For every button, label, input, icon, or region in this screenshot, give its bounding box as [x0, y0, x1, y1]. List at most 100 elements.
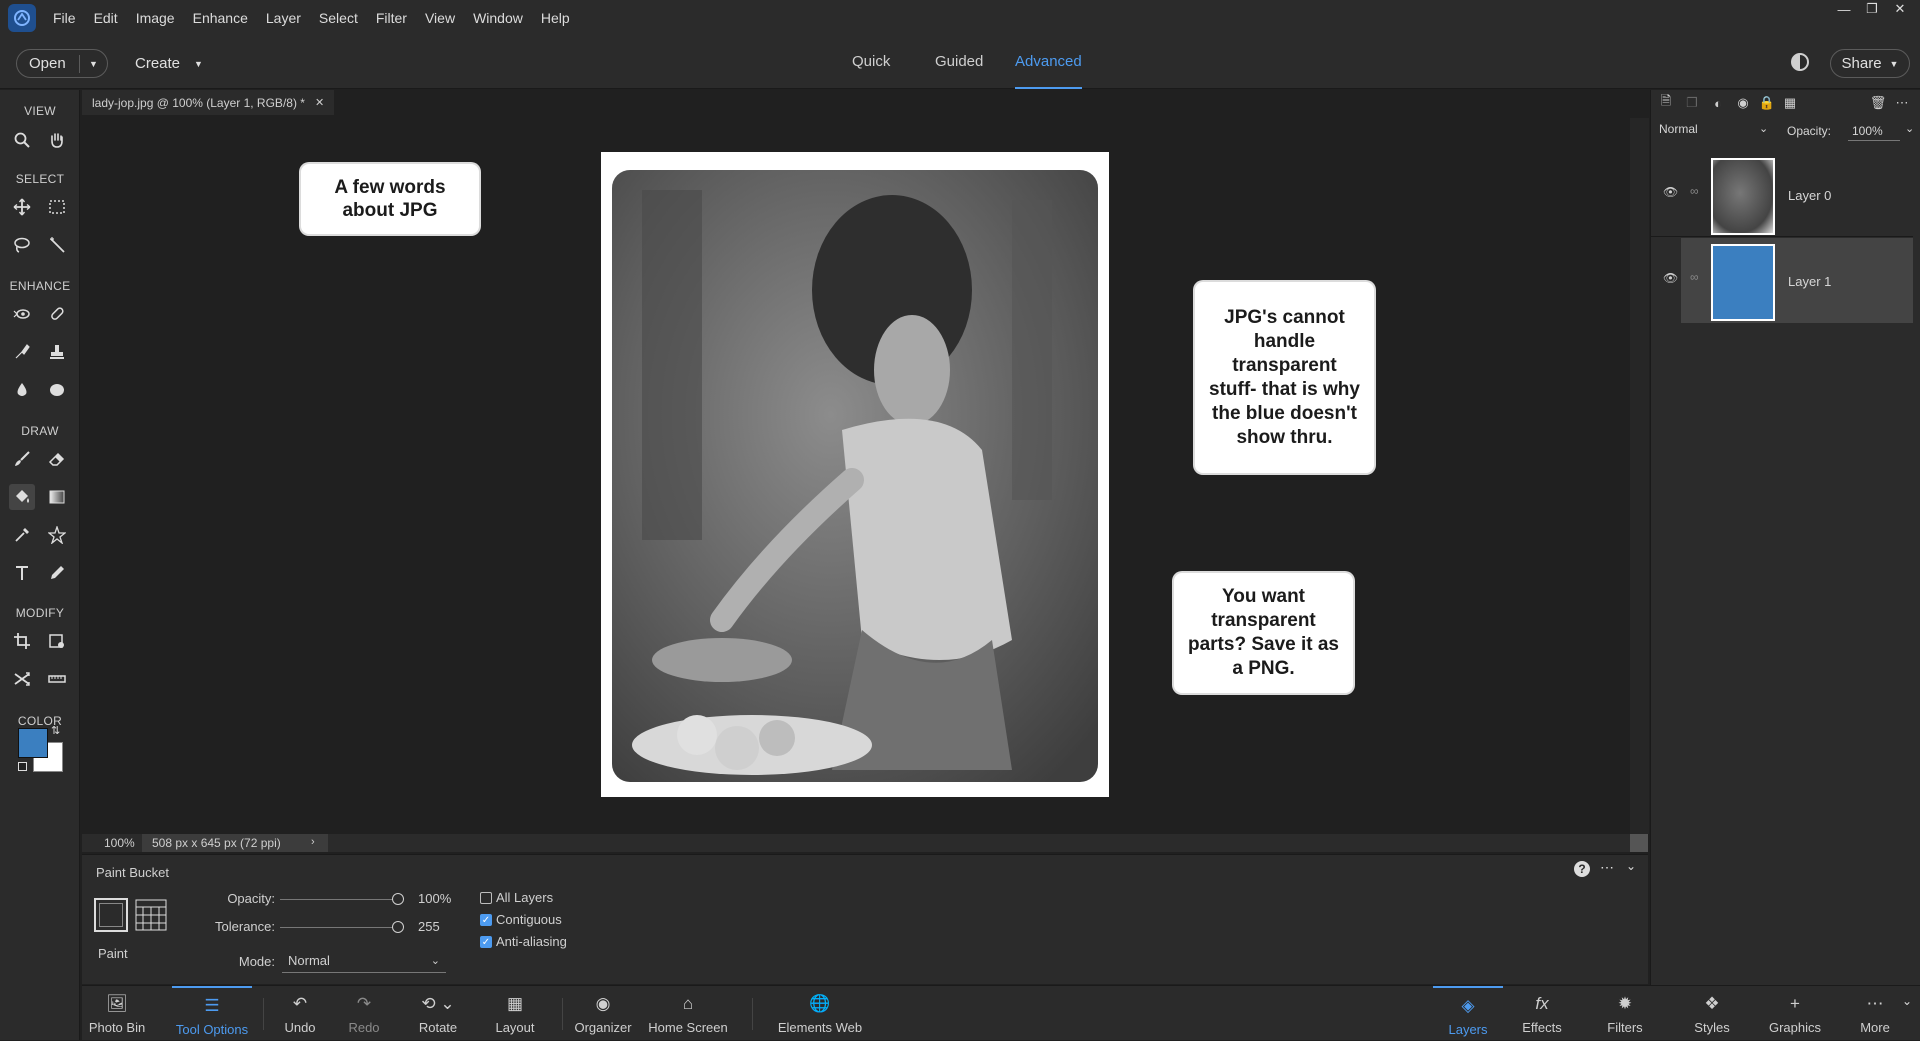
- more-button[interactable]: ⋯ More: [1850, 986, 1900, 1041]
- undo-button[interactable]: ↶ Undo: [280, 986, 320, 1041]
- opacity-value[interactable]: 100%: [418, 891, 451, 906]
- link-icon[interactable]: ∞: [1690, 184, 1699, 198]
- layout-button[interactable]: ▦ Layout: [490, 986, 540, 1041]
- vertical-scrollbar[interactable]: [1630, 118, 1649, 834]
- red-eye-tool-icon[interactable]: [9, 301, 35, 327]
- all-layers-checkbox[interactable]: All Layers: [480, 890, 553, 905]
- more-options-icon[interactable]: ⋯: [1893, 94, 1911, 112]
- tab-advanced[interactable]: Advanced: [1015, 36, 1082, 89]
- chevron-right-icon[interactable]: ›: [311, 836, 315, 848]
- layer-row-1[interactable]: 👁 ∞ Layer 1: [1663, 238, 1913, 323]
- lock-all-icon[interactable]: 🔒: [1758, 94, 1776, 112]
- new-group-icon[interactable]: ❐: [1683, 94, 1701, 112]
- blur-tool-icon[interactable]: [9, 377, 35, 403]
- fill-pattern-option[interactable]: [135, 899, 167, 931]
- layer-mask-icon[interactable]: ◉: [1734, 94, 1752, 112]
- share-button[interactable]: Share ▼: [1830, 49, 1910, 78]
- chevron-down-icon[interactable]: ▼: [80, 59, 107, 69]
- share-label[interactable]: Share: [1842, 55, 1882, 72]
- close-tab-icon[interactable]: ✕: [315, 96, 324, 109]
- clone-stamp-icon[interactable]: [44, 339, 70, 365]
- tool-options-button[interactable]: ☰ Tool Options: [172, 986, 252, 1041]
- tab-guided[interactable]: Guided: [935, 36, 983, 89]
- menu-edit[interactable]: Edit: [85, 0, 127, 36]
- menu-window[interactable]: Window: [464, 0, 532, 36]
- chevron-down-icon[interactable]: ▼: [1890, 59, 1899, 69]
- lock-transparency-icon[interactable]: ▦: [1781, 94, 1799, 112]
- layer-opacity-input[interactable]: 100%: [1848, 121, 1900, 141]
- zoom-tool-icon[interactable]: [9, 127, 35, 153]
- opacity-slider-track[interactable]: [280, 899, 398, 900]
- chevron-down-icon[interactable]: ⌄: [1905, 122, 1914, 135]
- move-tool-icon[interactable]: [9, 194, 35, 220]
- blend-mode-select[interactable]: Normal ⌄: [1659, 122, 1771, 144]
- smart-brush-icon[interactable]: [9, 339, 35, 365]
- straighten-tool-icon[interactable]: [44, 666, 70, 692]
- minimize-icon[interactable]: —: [1832, 0, 1856, 18]
- custom-shape-tool-icon[interactable]: [44, 522, 70, 548]
- visibility-eye-icon[interactable]: 👁: [1663, 271, 1678, 285]
- brush-tool-icon[interactable]: [9, 446, 35, 472]
- checkbox-checked-icon[interactable]: ✓: [480, 913, 492, 926]
- organizer-button[interactable]: ◉ Organizer: [572, 986, 634, 1041]
- chevron-down-icon[interactable]: ⌄: [1902, 994, 1912, 1008]
- chevron-down-icon[interactable]: ▼: [194, 59, 203, 69]
- trash-icon[interactable]: 🗑: [1869, 94, 1887, 112]
- photo-bin-button[interactable]: 🖼 Photo Bin: [82, 986, 152, 1041]
- magic-wand-tool-icon[interactable]: [44, 232, 70, 258]
- menu-file[interactable]: File: [44, 0, 85, 36]
- checkbox-unchecked-icon[interactable]: [480, 891, 492, 904]
- layer-row-0[interactable]: 👁 ∞ Layer 0: [1651, 152, 1913, 237]
- menu-layer[interactable]: Layer: [257, 0, 310, 36]
- gradient-tool-icon[interactable]: [44, 484, 70, 510]
- tolerance-slider-track[interactable]: [280, 927, 398, 928]
- checkbox-checked-icon[interactable]: ✓: [480, 935, 492, 948]
- opacity-slider-knob[interactable]: [392, 893, 404, 905]
- tolerance-slider-knob[interactable]: [392, 921, 404, 933]
- elements-web-button[interactable]: 🌐 Elements Web: [772, 986, 868, 1041]
- new-layer-icon[interactable]: 🗎: [1657, 93, 1675, 112]
- menu-select[interactable]: Select: [310, 0, 367, 36]
- pencil-tool-icon[interactable]: [44, 560, 70, 586]
- sponge-tool-icon[interactable]: [44, 377, 70, 403]
- link-icon[interactable]: ∞: [1690, 270, 1699, 284]
- eyedropper-tool-icon[interactable]: [9, 522, 35, 548]
- open-button[interactable]: Open ▼: [16, 49, 108, 78]
- default-colors-icon[interactable]: [18, 762, 27, 771]
- recompose-tool-icon[interactable]: [44, 628, 70, 654]
- theme-toggle-icon[interactable]: [1791, 53, 1809, 71]
- restore-icon[interactable]: ❐: [1860, 0, 1884, 18]
- tab-quick[interactable]: Quick: [852, 36, 890, 89]
- fill-paint-option[interactable]: [94, 898, 128, 932]
- redo-button[interactable]: ↷ Redo: [344, 986, 384, 1041]
- type-tool-icon[interactable]: [9, 560, 35, 586]
- home-screen-button[interactable]: ⌂ Home Screen: [645, 986, 731, 1041]
- document-tab[interactable]: lady-jop.jpg @ 100% (Layer 1, RGB/8) * ✕: [82, 90, 335, 115]
- styles-button[interactable]: ❖ Styles: [1687, 986, 1737, 1041]
- menu-enhance[interactable]: Enhance: [184, 0, 257, 36]
- collapse-panel-icon[interactable]: ⌄: [1626, 859, 1636, 873]
- filters-button[interactable]: ✹ Filters: [1595, 986, 1655, 1041]
- menu-view[interactable]: View: [416, 0, 464, 36]
- contiguous-checkbox[interactable]: ✓ Contiguous: [480, 912, 562, 927]
- swap-colors-icon[interactable]: ⇅: [51, 724, 60, 737]
- adjustment-layer-icon[interactable]: ◐: [1709, 94, 1727, 112]
- close-icon[interactable]: ✕: [1888, 0, 1912, 18]
- more-options-icon[interactable]: ⋯: [1600, 859, 1614, 876]
- zoom-level[interactable]: 100%: [104, 836, 135, 850]
- anti-aliasing-checkbox[interactable]: ✓ Anti-aliasing: [480, 934, 567, 949]
- help-icon[interactable]: ?: [1574, 861, 1590, 877]
- eraser-tool-icon[interactable]: [44, 446, 70, 472]
- tolerance-value[interactable]: 255: [418, 919, 440, 934]
- menu-help[interactable]: Help: [532, 0, 579, 36]
- layers-button[interactable]: ◈ Layers: [1433, 986, 1503, 1041]
- hand-tool-icon[interactable]: [44, 127, 70, 153]
- rotate-button[interactable]: ⟲ ⌄ Rotate: [408, 986, 468, 1041]
- graphics-button[interactable]: + Graphics: [1765, 986, 1825, 1041]
- open-label[interactable]: Open: [17, 55, 79, 72]
- lasso-tool-icon[interactable]: [9, 232, 35, 258]
- crop-tool-icon[interactable]: [9, 628, 35, 654]
- content-aware-move-icon[interactable]: [9, 666, 35, 692]
- create-button[interactable]: Create ▼: [135, 49, 203, 78]
- foreground-color-swatch[interactable]: [18, 728, 48, 758]
